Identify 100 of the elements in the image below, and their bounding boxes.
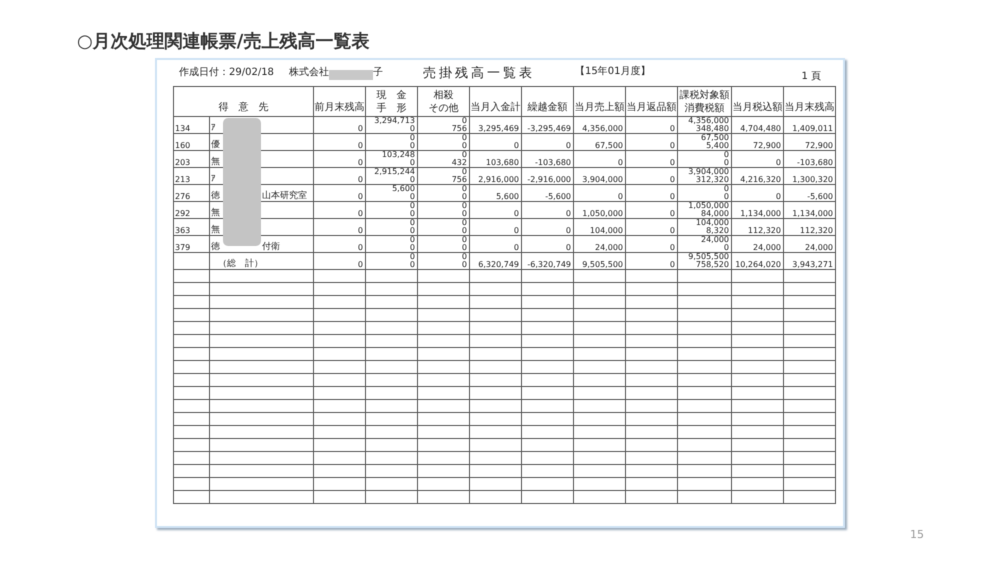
cell-value: 0 [460, 193, 467, 201]
customer-code: 213 [174, 168, 210, 184]
table-cell: 1,300,320 [784, 168, 836, 184]
table-cell: 0 [732, 184, 784, 202]
table-cell: 0 [470, 134, 522, 150]
report-period: 【15年01月度】 [575, 64, 650, 79]
table-cell: -2,916,000 [522, 168, 574, 184]
page-number: 15 [910, 526, 924, 542]
cell-value: 0 [460, 202, 467, 210]
customer-code: 379 [174, 236, 210, 252]
table-cell: 0 [626, 252, 678, 270]
table-cell: 6,320,749 [470, 252, 522, 270]
column-header: 手 形 [376, 102, 408, 115]
cell-value: 0 [408, 202, 415, 210]
cell-value: 432 [450, 159, 467, 167]
cell-value: 0 [408, 210, 415, 218]
cell-value: 67,500 [700, 134, 729, 142]
table-cell: 1,134,000 [784, 202, 836, 218]
table-cell: 0 [314, 236, 366, 252]
table-cell: 1,134,000 [732, 202, 784, 218]
cell-value: 0 [408, 244, 415, 252]
cell-value: 84,000 [700, 210, 729, 218]
cell-value: 0 [408, 134, 415, 142]
cell-value: 5,400 [705, 142, 729, 150]
customer-code: 134 [174, 116, 210, 134]
table-cell: 4,216,320 [732, 168, 784, 184]
cell-value: 103,248 [380, 151, 415, 159]
table-cell: 0 [470, 236, 522, 252]
table-cell: 0 [314, 150, 366, 168]
customer-code: 160 [174, 134, 210, 150]
cell-value: 3,294,713 [373, 117, 415, 125]
cell-value: 24,000 [700, 236, 729, 244]
cell-value: 0 [408, 125, 415, 133]
table-cell: 103,680 [470, 150, 522, 168]
table-cell: 0 [522, 236, 574, 252]
cell-value: 756 [450, 125, 467, 133]
table-cell: 4,704,480 [732, 116, 784, 134]
table-cell: 0 [626, 202, 678, 218]
table-cell: 0 [314, 252, 366, 270]
column-header: 消費税額 [684, 102, 726, 115]
cell-value: 0 [408, 236, 415, 244]
cell-value: 0 [460, 117, 467, 125]
cell-value: 0 [460, 236, 467, 244]
table-cell: 2,916,000 [470, 168, 522, 184]
cell-value: 104,000 [694, 219, 729, 227]
customer-name: ｱ [211, 123, 216, 133]
column-header: 当月返品額 [626, 86, 678, 116]
customer-code: 363 [174, 218, 210, 236]
table-cell: -6,320,749 [522, 252, 574, 270]
customer-name: 無 [211, 157, 220, 167]
table-cell: 0 [626, 134, 678, 150]
page-label: 1 頁 [801, 70, 821, 84]
table-cell: 24,000 [784, 236, 836, 252]
table-cell: 1,409,011 [784, 116, 836, 134]
table-cell: 0 [626, 116, 678, 134]
column-header: 現 金 [376, 89, 408, 102]
column-header: 課税対象額 [678, 89, 730, 102]
cell-value: 2,915,244 [373, 168, 415, 176]
report-title: 売掛残高一覧表 [423, 65, 535, 83]
column-header: 繰越金額 [522, 86, 574, 116]
cell-value: 0 [460, 168, 467, 176]
table-cell: 0 [314, 202, 366, 218]
cell-value: 0 [460, 261, 467, 269]
table-cell: 0 [470, 218, 522, 236]
cell-value: 0 [460, 185, 467, 193]
table-cell: 0 [470, 202, 522, 218]
customer-name: 徳 [211, 191, 220, 201]
cell-value: 0 [408, 219, 415, 227]
cell-value: 0 [460, 227, 467, 235]
column-header: 前月末残高 [314, 86, 366, 116]
table-cell: 112,320 [732, 218, 784, 236]
table-cell: 67,500 [574, 134, 626, 150]
cell-value: 0 [408, 142, 415, 150]
table-cell: 1,050,000 [574, 202, 626, 218]
table-cell: 0 [314, 116, 366, 134]
table-cell: 0 [574, 184, 626, 202]
cell-value: 5,600 [391, 185, 415, 193]
cell-value: 756 [450, 176, 467, 184]
cell-value: 9,505,500 [687, 253, 729, 261]
table-cell: 0 [314, 134, 366, 150]
cell-value: 0 [722, 193, 729, 201]
cell-value: 0 [460, 244, 467, 252]
cell-value: 0 [408, 253, 415, 261]
cell-value: 4,356,000 [687, 117, 729, 125]
customer-code: 292 [174, 202, 210, 218]
table-cell: 0 [522, 134, 574, 150]
cell-value: 0 [722, 159, 729, 167]
cell-value: 0 [408, 193, 415, 201]
cell-value: 0 [408, 261, 415, 269]
total-label: （総 計） [218, 259, 263, 269]
table-cell: 10,264,020 [732, 252, 784, 270]
cell-value: 0 [722, 151, 729, 159]
customer-name: 付衛 [262, 242, 280, 252]
cell-value: 0 [460, 142, 467, 150]
cell-value: 8,320 [705, 227, 729, 235]
cell-value: 0 [460, 219, 467, 227]
table-cell: 0 [732, 150, 784, 168]
table-cell: 0 [314, 218, 366, 236]
customer-name: 優 [211, 140, 220, 150]
table-cell: 0 [314, 184, 366, 202]
